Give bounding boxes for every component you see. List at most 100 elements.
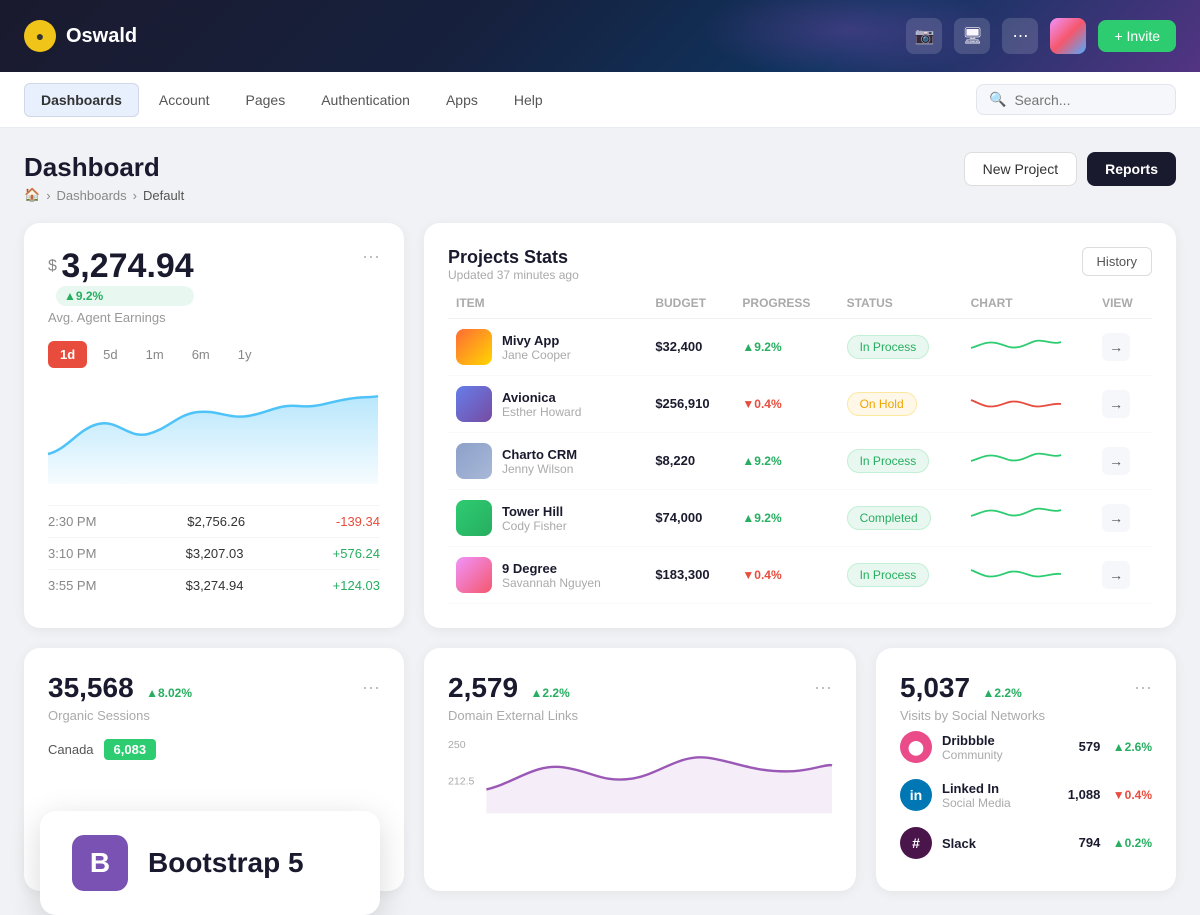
col-budget: BUDGET (647, 288, 734, 319)
proj-icon-0 (456, 329, 492, 365)
cell-view-0[interactable]: → (1094, 319, 1152, 376)
camera-icon-btn[interactable]: 📷 (906, 18, 942, 54)
col-item: ITEM (448, 288, 647, 319)
cell-view-2[interactable]: → (1094, 433, 1152, 490)
view-btn-4[interactable]: → (1102, 561, 1130, 589)
proj-name-2: Charto CRM (502, 447, 577, 462)
projects-title-area: Projects Stats Updated 37 minutes ago (448, 247, 579, 282)
change-1: -139.34 (336, 514, 380, 529)
social-label: Visits by Social Networks (900, 708, 1152, 723)
earnings-card: $ 3,274.94 ▲9.2% ⋯ Avg. Agent Earnings 1… (24, 223, 404, 628)
cell-progress-1: ▼0.4% (734, 376, 838, 433)
invite-button[interactable]: + Invite (1098, 20, 1176, 52)
screen-icon-btn[interactable]: 🖥 (954, 18, 990, 54)
organic-sessions-label: Organic Sessions (48, 708, 380, 723)
more-options-icon[interactable]: ⋯ (362, 247, 380, 268)
domain-chart: 250 212.5 (448, 735, 832, 820)
tab-6m[interactable]: 6m (180, 341, 222, 368)
proj-sparkline-0 (971, 333, 1086, 362)
cell-item-2: Charto CRM Jenny Wilson (448, 433, 647, 490)
projects-table: ITEM BUDGET PROGRESS STATUS CHART VIEW M… (448, 288, 1152, 604)
proj-progress-3: ▲9.2% (742, 509, 830, 527)
top-cards-row: $ 3,274.94 ▲9.2% ⋯ Avg. Agent Earnings 1… (24, 223, 1176, 628)
share-icon-btn[interactable]: ⋯ (1002, 18, 1038, 54)
proj-sparkline-2 (971, 447, 1086, 476)
tab-1d[interactable]: 1d (48, 341, 87, 368)
social-text-1: Linked In Social Media (942, 781, 1011, 810)
social-info-2: # Slack (900, 827, 976, 859)
page-header: Dashboard 🏠 › Dashboards › Default New P… (24, 152, 1176, 203)
cell-progress-4: ▼0.4% (734, 547, 838, 604)
earnings-label: Avg. Agent Earnings (48, 310, 380, 325)
domain-links-value: 2,579 (448, 672, 518, 703)
cell-view-4[interactable]: → (1094, 547, 1152, 604)
earnings-amount-area: $ 3,274.94 ▲9.2% (48, 247, 194, 306)
search-input[interactable] (1014, 92, 1163, 108)
domain-links-badge: ▲2.2% (531, 686, 570, 700)
cell-view-3[interactable]: → (1094, 490, 1152, 547)
domain-links-header: 2,579 ▲2.2% (448, 672, 570, 704)
cell-chart-4 (963, 547, 1094, 604)
earnings-value: 3,274.94 (61, 247, 193, 285)
proj-sparkline-1 (971, 390, 1086, 419)
nav-pages[interactable]: Pages (230, 84, 302, 116)
proj-progress-4: ▼0.4% (742, 566, 830, 584)
view-btn-2[interactable]: → (1102, 447, 1130, 475)
cell-status-0: In Process (839, 319, 963, 376)
page-title-area: Dashboard 🏠 › Dashboards › Default (24, 152, 184, 203)
domain-links-label: Domain External Links (448, 708, 832, 723)
table-header-row: ITEM BUDGET PROGRESS STATUS CHART VIEW (448, 288, 1152, 319)
time-row-1: 2:30 PM $2,756.26 -139.34 (48, 505, 380, 537)
nav-authentication[interactable]: Authentication (305, 84, 426, 116)
breadcrumb-dashboards[interactable]: Dashboards (57, 188, 127, 203)
social-stats-2: 794 ▲0.2% (1079, 834, 1152, 852)
view-btn-0[interactable]: → (1102, 333, 1130, 361)
view-btn-1[interactable]: → (1102, 390, 1130, 418)
tab-1y[interactable]: 1y (226, 341, 264, 368)
proj-sparkline-3 (971, 504, 1086, 533)
nav-dashboards[interactable]: Dashboards (24, 83, 139, 117)
nav-account[interactable]: Account (143, 84, 226, 116)
nav-help[interactable]: Help (498, 84, 559, 116)
new-project-button[interactable]: New Project (964, 152, 1077, 186)
organic-more-icon[interactable]: ⋯ (362, 678, 380, 699)
social-change-1: ▼0.4% (1113, 788, 1152, 802)
proj-status-3: Completed (847, 506, 931, 530)
cell-view-1[interactable]: → (1094, 376, 1152, 433)
social-type-1: Social Media (942, 796, 1011, 810)
social-icon-0: ⬤ (900, 731, 932, 763)
social-icon-2: # (900, 827, 932, 859)
proj-info-2: Charto CRM Jenny Wilson (502, 447, 577, 476)
table-row: Charto CRM Jenny Wilson $8,220 ▲9.2% In … (448, 433, 1152, 490)
table-row: Tower Hill Cody Fisher $74,000 ▲9.2% Com… (448, 490, 1152, 547)
page-title: Dashboard (24, 152, 184, 183)
domain-more-icon[interactable]: ⋯ (814, 678, 832, 699)
proj-person-4: Savannah Nguyen (502, 576, 601, 590)
cell-progress-2: ▲9.2% (734, 433, 838, 490)
proj-budget-2: $8,220 (655, 453, 695, 468)
tab-5d[interactable]: 5d (91, 341, 129, 368)
tab-1m[interactable]: 1m (134, 341, 176, 368)
proj-icon-1 (456, 386, 492, 422)
proj-person-1: Esther Howard (502, 405, 581, 419)
table-row: Avionica Esther Howard $256,910 ▼0.4% On… (448, 376, 1152, 433)
bootstrap-promo: B Bootstrap 5 (40, 811, 380, 915)
social-type-0: Community (942, 748, 1003, 762)
table-row: 9 Degree Savannah Nguyen $183,300 ▼0.4% … (448, 547, 1152, 604)
reports-button[interactable]: Reports (1087, 152, 1176, 186)
history-button[interactable]: History (1082, 247, 1152, 276)
proj-icon-4 (456, 557, 492, 593)
search-icon: 🔍 (989, 91, 1006, 108)
social-more-icon[interactable]: ⋯ (1134, 678, 1152, 699)
nav-apps[interactable]: Apps (430, 84, 494, 116)
cell-status-4: In Process (839, 547, 963, 604)
col-view: VIEW (1094, 288, 1152, 319)
avatar-image (1050, 18, 1086, 54)
proj-info-0: Mivy App Jane Cooper (502, 333, 571, 362)
view-btn-3[interactable]: → (1102, 504, 1130, 532)
proj-icon-3 (456, 500, 492, 536)
avatar[interactable] (1050, 18, 1086, 54)
cell-progress-0: ▲9.2% (734, 319, 838, 376)
time-row-3: 3:55 PM $3,274.94 +124.03 (48, 569, 380, 601)
social-value: 5,037 (900, 672, 970, 703)
